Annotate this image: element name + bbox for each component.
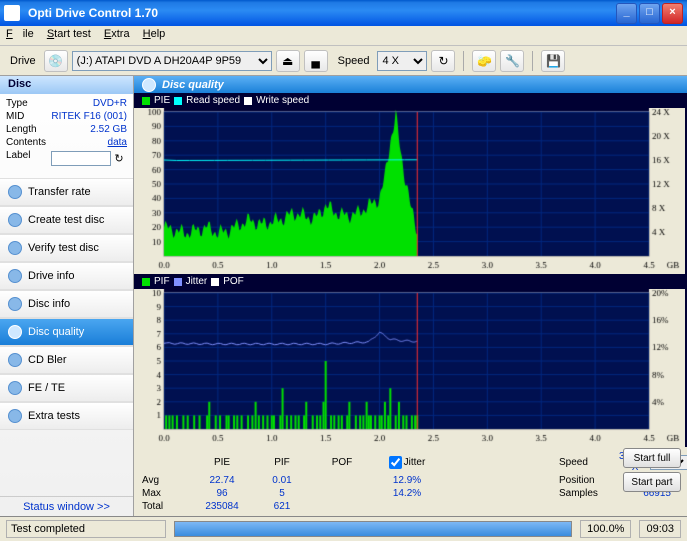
menu-help[interactable]: Help — [143, 28, 166, 40]
menu-extra[interactable]: Extra — [104, 28, 130, 40]
menu-start-test[interactable]: Start test — [47, 28, 91, 40]
max-pif: 5 — [252, 488, 312, 499]
menu-file[interactable]: File — [6, 28, 34, 40]
status-text: Test completed — [6, 520, 166, 538]
drive-select[interactable]: (J:) ATAPI DVD A DH20A4P 9P59 — [72, 51, 272, 71]
legend-bottom: PIF Jitter POF — [134, 274, 687, 289]
total-pie: 235084 — [192, 501, 252, 512]
status-window-toggle[interactable]: Status window >> — [0, 496, 133, 516]
nav-label: Extra tests — [28, 410, 80, 422]
contents-value[interactable]: data — [108, 137, 127, 148]
nav-label: FE / TE — [28, 382, 65, 394]
nav-icon — [8, 409, 22, 423]
total-label: Total — [142, 501, 192, 512]
nav-icon — [8, 353, 22, 367]
speed-stat-label: Speed — [559, 457, 619, 468]
progress-bar — [174, 521, 572, 537]
app-icon — [4, 5, 20, 21]
nav-label: Disc quality — [28, 326, 84, 338]
nav-label: Disc info — [28, 298, 70, 310]
speed-label: Speed — [338, 55, 370, 67]
jitter-checkbox[interactable] — [389, 456, 402, 469]
status-percent: 100.0% — [580, 520, 631, 538]
max-jitter: 14.2% — [372, 488, 442, 499]
nav-item-fe-te[interactable]: FE / TE — [0, 374, 133, 402]
tray-button[interactable]: ▄ — [304, 50, 328, 72]
nav-label: CD Bler — [28, 354, 67, 366]
position-label: Position — [559, 475, 619, 486]
nav-label: Verify test disc — [28, 242, 99, 254]
samples-label: Samples — [559, 488, 619, 499]
nav-item-extra-tests[interactable]: Extra tests — [0, 402, 133, 430]
status-time: 09:03 — [639, 520, 681, 538]
nav-label: Drive info — [28, 270, 74, 282]
pif-chart — [134, 289, 685, 447]
pie-chart — [134, 108, 685, 274]
refresh-label-icon[interactable]: ↻ — [111, 150, 127, 166]
eject-button[interactable]: ⏏ — [276, 50, 300, 72]
legend-top: PIE Read speed Write speed — [134, 93, 687, 108]
disc-panel-header: Disc — [0, 76, 133, 94]
drive-label: Drive — [10, 55, 36, 67]
nav-icon — [8, 185, 22, 199]
window-title: Opti Drive Control 1.70 — [24, 6, 614, 20]
nav-item-drive-info[interactable]: Drive info — [0, 262, 133, 290]
nav-icon — [8, 297, 22, 311]
close-button[interactable]: × — [662, 3, 683, 24]
label-input[interactable] — [51, 151, 111, 166]
nav-icon — [8, 269, 22, 283]
start-full-button[interactable]: Start full — [623, 448, 681, 468]
nav-item-cd-bler[interactable]: CD Bler — [0, 346, 133, 374]
nav-label: Create test disc — [28, 214, 104, 226]
mid-label: MID — [6, 111, 24, 122]
tools-button[interactable]: 🔧 — [500, 50, 524, 72]
refresh-speed-button[interactable]: ↻ — [431, 50, 455, 72]
nav-item-create-test-disc[interactable]: Create test disc — [0, 206, 133, 234]
nav-icon — [8, 325, 22, 339]
length-value: 2.52 GB — [90, 124, 127, 135]
nav-item-disc-quality[interactable]: Disc quality — [0, 318, 133, 346]
disc-quality-icon — [142, 78, 156, 92]
hdr-jitter: Jitter — [404, 457, 426, 468]
nav-icon — [8, 381, 22, 395]
hdr-pof: POF — [312, 457, 372, 468]
type-value: DVD+R — [93, 98, 127, 109]
max-label: Max — [142, 488, 192, 499]
start-part-button[interactable]: Start part — [623, 472, 681, 492]
avg-jitter: 12.9% — [372, 475, 442, 486]
hdr-pif: PIF — [252, 457, 312, 468]
mid-value: RITEK F16 (001) — [51, 111, 127, 122]
hdr-pie: PIE — [192, 457, 252, 468]
label-label: Label — [6, 150, 30, 166]
avg-pie: 22.74 — [192, 475, 252, 486]
avg-pif: 0.01 — [252, 475, 312, 486]
contents-label: Contents — [6, 137, 46, 148]
drive-icon-button[interactable]: 💿 — [44, 50, 68, 72]
nav-icon — [8, 213, 22, 227]
minimize-button[interactable]: _ — [616, 3, 637, 24]
erase-button[interactable]: 🧽 — [472, 50, 496, 72]
content-title: Disc quality — [162, 79, 224, 91]
nav-item-transfer-rate[interactable]: Transfer rate — [0, 178, 133, 206]
length-label: Length — [6, 124, 37, 135]
nav-icon — [8, 241, 22, 255]
avg-label: Avg — [142, 475, 192, 486]
total-pif: 621 — [252, 501, 312, 512]
type-label: Type — [6, 98, 28, 109]
speed-select[interactable]: 4 X — [377, 51, 427, 71]
nav-label: Transfer rate — [28, 186, 91, 198]
save-button[interactable]: 💾 — [541, 50, 565, 72]
maximize-button[interactable]: □ — [639, 3, 660, 24]
max-pie: 96 — [192, 488, 252, 499]
nav-item-disc-info[interactable]: Disc info — [0, 290, 133, 318]
nav-item-verify-test-disc[interactable]: Verify test disc — [0, 234, 133, 262]
